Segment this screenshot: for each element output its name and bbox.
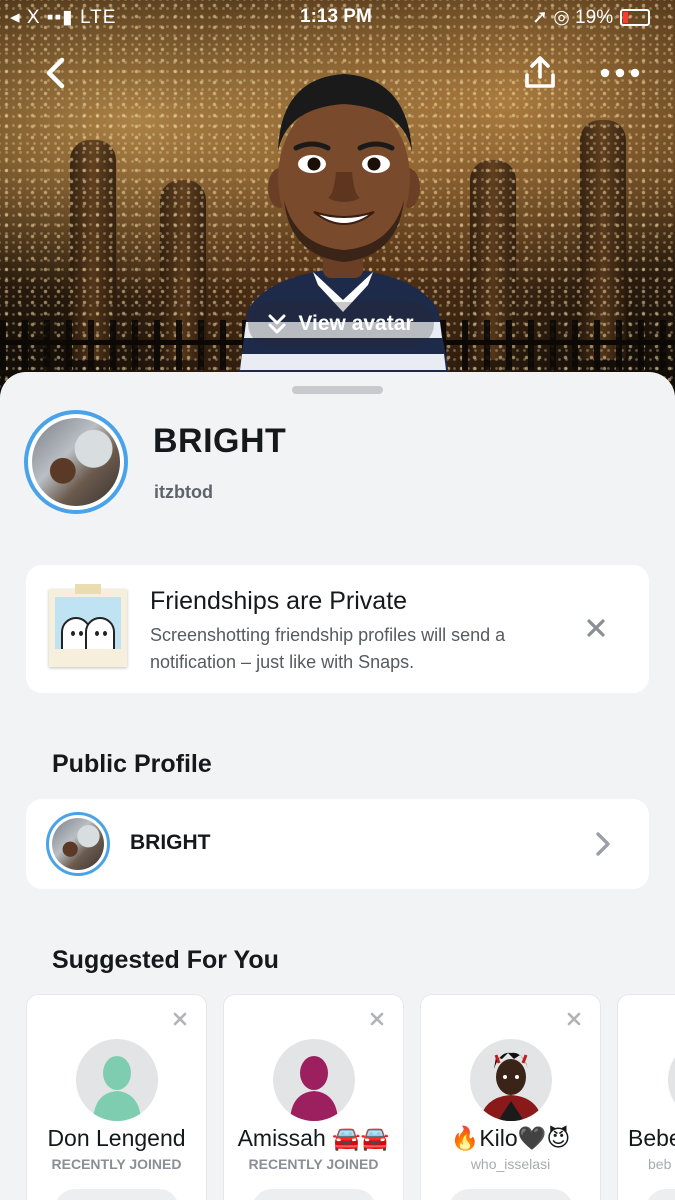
suggested-card[interactable]: Bebe beb	[617, 994, 675, 1200]
battery-percent: ➚ ◎ 19%	[532, 7, 614, 28]
private-notice-title: Friendships are Private	[150, 587, 408, 615]
back-button[interactable]	[27, 45, 83, 101]
suggestion-name: Bebe	[628, 1125, 675, 1151]
suggested-card[interactable]: 🔥Kilo🖤😈 who_isselasi	[420, 994, 601, 1200]
add-friend-button[interactable]	[252, 1189, 376, 1200]
public-profile-row[interactable]: BRIGHT	[26, 799, 649, 889]
add-friend-button[interactable]	[449, 1189, 573, 1200]
view-avatar-label: View avatar	[298, 312, 414, 335]
silhouette-avatar	[273, 1039, 355, 1121]
bitmoji-avatar	[470, 1039, 552, 1121]
status-bar: ◂ X ▪▪▮ LTE 1:13 PM ➚ ◎ 19%	[0, 0, 675, 34]
sheet-drag-handle[interactable]	[292, 386, 383, 394]
public-profile-heading: Public Profile	[52, 750, 212, 778]
double-chevron-down-icon	[268, 314, 286, 334]
dismiss-suggestion-button[interactable]	[564, 1009, 584, 1029]
polaroid-ghosts-icon	[49, 584, 127, 667]
share-icon	[525, 56, 555, 88]
suggestion-name: Amissah 🚘🚘	[237, 1125, 390, 1151]
public-profile-avatar	[46, 812, 110, 876]
public-profile-name: BRIGHT	[130, 831, 211, 854]
add-friend-button[interactable]	[55, 1189, 179, 1200]
private-notice-description: Screenshotting friendship profiles will …	[150, 625, 506, 672]
suggestion-subtitle: RECENTLY JOINED	[248, 1156, 379, 1172]
close-icon	[587, 619, 605, 637]
username: itzbtod	[154, 482, 213, 502]
friendships-private-card: Friendships are Private Screenshotting f…	[26, 565, 649, 693]
dismiss-suggestion-button[interactable]	[367, 1009, 387, 1029]
carrier-signal: ◂ X ▪▪▮ LTE	[10, 7, 117, 28]
view-avatar-button[interactable]: View avatar	[248, 302, 434, 346]
add-friend-button[interactable]	[646, 1189, 675, 1200]
more-options-button[interactable]	[592, 45, 648, 101]
battery-icon	[620, 9, 650, 26]
avatar	[668, 1039, 675, 1121]
close-icon	[370, 1012, 384, 1026]
suggestion-name: 🔥Kilo🖤😈	[450, 1125, 571, 1151]
close-icon	[567, 1012, 581, 1026]
suggestion-subtitle: RECENTLY JOINED	[51, 1156, 182, 1172]
suggested-heading: Suggested For You	[52, 946, 279, 974]
profile-photo-image	[32, 418, 120, 506]
display-name: BRIGHT	[153, 422, 287, 460]
close-icon	[173, 1012, 187, 1026]
suggested-carousel[interactable]: Don Lengend RECENTLY JOINED Amissah 🚘🚘 R…	[26, 994, 675, 1200]
dismiss-notice-button[interactable]	[581, 613, 611, 643]
suggested-card[interactable]: Don Lengend RECENTLY JOINED	[26, 994, 207, 1200]
dismiss-suggestion-button[interactable]	[170, 1009, 190, 1029]
more-dots-icon	[600, 68, 640, 78]
suggested-card[interactable]: Amissah 🚘🚘 RECENTLY JOINED	[223, 994, 404, 1200]
chevron-left-icon	[46, 57, 65, 89]
share-button[interactable]	[512, 45, 568, 101]
suggestion-subtitle: who_isselasi	[470, 1156, 551, 1172]
suggestion-name: Don Lengend	[47, 1125, 186, 1151]
profile-photo[interactable]	[24, 410, 128, 514]
suggestion-subtitle: beb	[648, 1156, 672, 1172]
clock: 1:13 PM	[300, 6, 372, 27]
silhouette-avatar	[76, 1039, 158, 1121]
profile-sheet: BRIGHT itzbtod Friendships are Private S…	[0, 372, 675, 1200]
chevron-right-icon	[596, 832, 610, 856]
